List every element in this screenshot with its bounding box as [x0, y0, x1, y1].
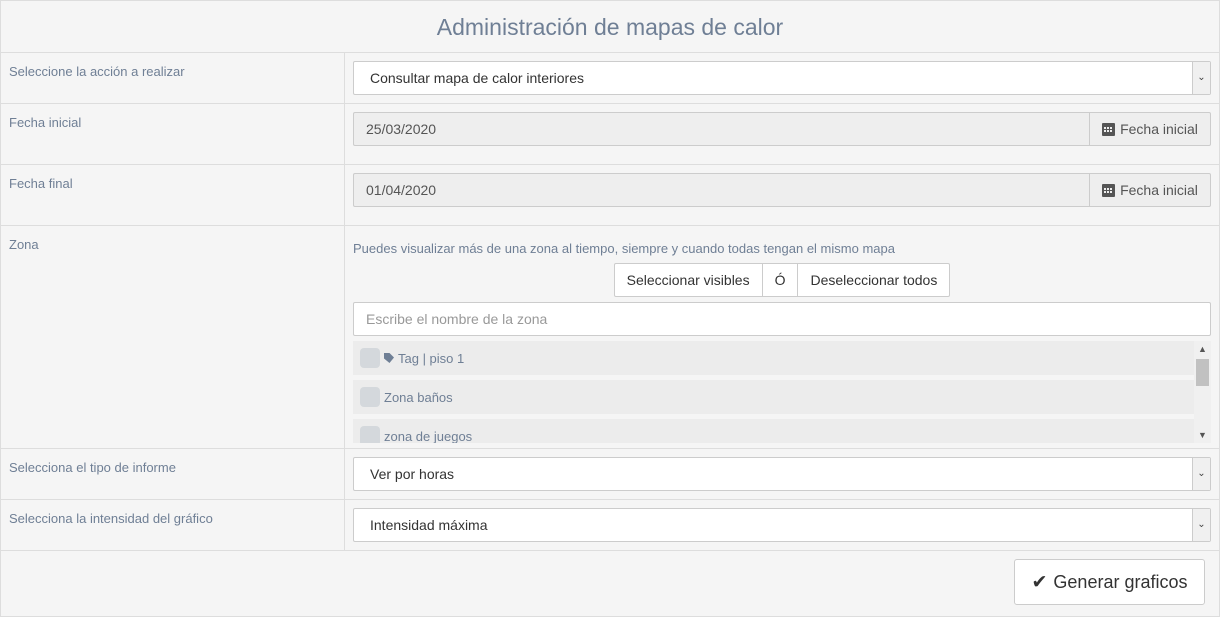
intensity-row: Selecciona la intensidad del gráfico Int…	[1, 500, 1219, 551]
start-date-button-label: Fecha inicial	[1120, 121, 1198, 137]
tag-icon	[384, 353, 394, 363]
action-row: Seleccione la acción a realizar Consulta…	[1, 53, 1219, 104]
intensity-label: Selecciona la intensidad del gráfico	[1, 500, 345, 550]
generate-button-label: Generar graficos	[1053, 571, 1188, 592]
list-item[interactable]: zona de juegos	[353, 419, 1194, 443]
intensity-value: Intensidad máxima	[370, 517, 488, 533]
zone-checkbox[interactable]	[360, 426, 380, 443]
zone-button-group: Seleccionar visibles Ó Deseleccionar tod…	[353, 263, 1211, 297]
zone-item-label: Tag | piso 1	[398, 350, 465, 366]
start-date-button[interactable]: Fecha inicial	[1089, 112, 1211, 146]
generate-charts-button[interactable]: ✔ Generar graficos	[1014, 559, 1205, 605]
end-date-button-label: Fecha inicial	[1120, 182, 1198, 198]
list-item[interactable]: Tag | piso 1	[353, 341, 1194, 375]
action-label: Seleccione la acción a realizar	[1, 53, 345, 103]
chevron-down-icon: ⌄	[1192, 62, 1210, 94]
intensity-select[interactable]: Intensidad máxima ⌄	[353, 508, 1211, 542]
scroll-up-icon[interactable]: ▲	[1194, 341, 1211, 357]
zone-row: Zona Puedes visualizar más de una zona a…	[1, 226, 1219, 449]
zone-search-input[interactable]: Escribe el nombre de la zona	[353, 302, 1211, 336]
zone-checkbox[interactable]	[360, 387, 380, 407]
scroll-down-icon[interactable]: ▼	[1194, 427, 1211, 443]
chevron-down-icon: ⌄	[1192, 509, 1210, 541]
zone-item-label: Zona baños	[384, 389, 453, 405]
report-type-value: Ver por horas	[370, 466, 455, 482]
page-title: Administración de mapas de calor	[1, 1, 1219, 53]
button-separator: Ó	[762, 263, 799, 297]
end-date-input[interactable]: 01/04/2020	[353, 173, 1089, 207]
heatmap-admin-panel: Administración de mapas de calor Selecci…	[0, 0, 1220, 617]
action-select[interactable]: Consultar mapa de calor interiores ⌄	[353, 61, 1211, 95]
check-icon: ✔	[1031, 571, 1048, 593]
action-select-value: Consultar mapa de calor interiores	[370, 70, 584, 86]
zone-list-scrollbar[interactable]: ▲ ▼	[1194, 341, 1211, 443]
zone-hint: Puedes visualizar más de una zona al tie…	[353, 241, 895, 256]
report-type-label: Selecciona el tipo de informe	[1, 449, 345, 499]
zone-list: Tag | piso 1 Zona baños zona de juegos ▲…	[353, 341, 1211, 443]
report-type-select[interactable]: Ver por horas ⌄	[353, 457, 1211, 491]
end-date-button[interactable]: Fecha inicial	[1089, 173, 1211, 207]
zone-item-label: zona de juegos	[384, 428, 473, 444]
scrollbar-thumb[interactable]	[1196, 359, 1209, 386]
start-date-row: Fecha inicial 25/03/2020 Fecha inicial	[1, 104, 1219, 165]
calendar-icon	[1102, 183, 1116, 197]
list-item[interactable]: Zona baños	[353, 380, 1194, 414]
chevron-down-icon: ⌄	[1192, 458, 1210, 490]
end-date-label: Fecha final	[1, 165, 345, 225]
footer: ✔ Generar graficos	[1, 551, 1219, 617]
calendar-icon	[1102, 122, 1116, 136]
end-date-row: Fecha final 01/04/2020 Fecha inicial	[1, 165, 1219, 226]
report-type-row: Selecciona el tipo de informe Ver por ho…	[1, 449, 1219, 500]
start-date-input[interactable]: 25/03/2020	[353, 112, 1089, 146]
start-date-label: Fecha inicial	[1, 104, 345, 164]
zone-label: Zona	[1, 226, 345, 448]
zone-checkbox[interactable]	[360, 348, 380, 368]
select-visible-button[interactable]: Seleccionar visibles	[613, 263, 763, 297]
deselect-all-button[interactable]: Deseleccionar todos	[798, 263, 951, 297]
